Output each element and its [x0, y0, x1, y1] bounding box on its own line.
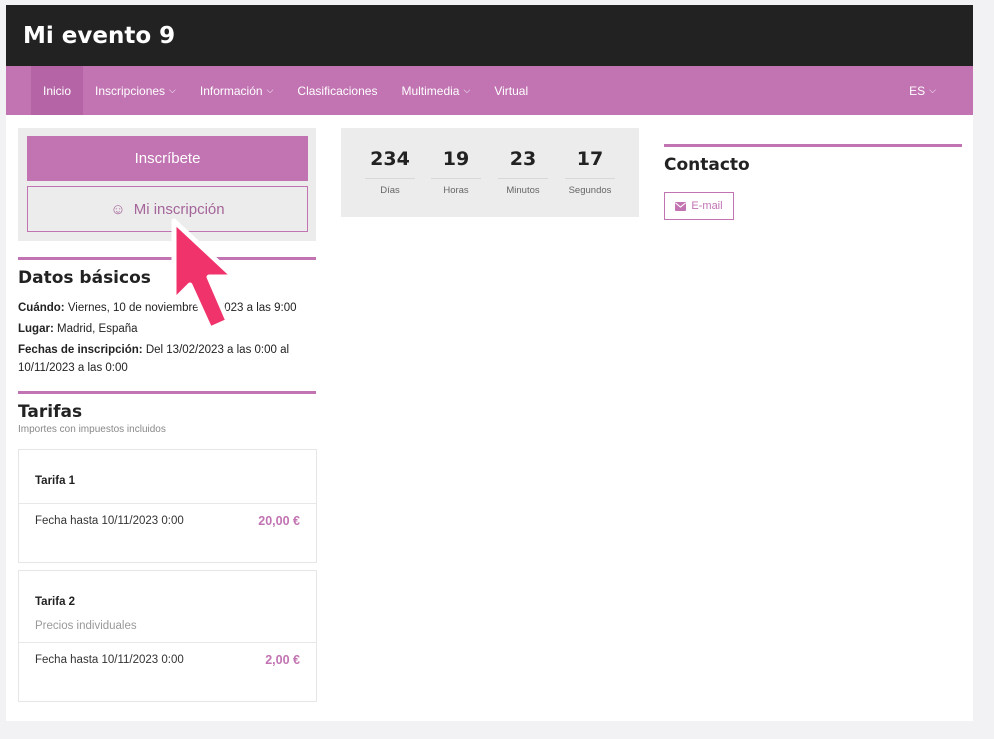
tarifa-fecha: Fecha hasta 10/11/2023 0:00 [35, 515, 184, 527]
tarifa-price: 2,00 € [265, 653, 300, 667]
countdown-divider [365, 178, 415, 179]
tarifas-note: Importes con impuestos incluidos [18, 424, 166, 435]
nav-item-label: Virtual [494, 83, 529, 98]
countdown-days: 234 Días [360, 128, 420, 196]
nav-item-clasificaciones[interactable]: Clasificaciones [285, 66, 389, 115]
tarifa-fecha: Fecha hasta 10/11/2023 0:00 [35, 654, 184, 666]
tarifa-divider [19, 642, 316, 643]
nav-item-label: Clasificaciones [297, 83, 378, 98]
countdown-label: Días [380, 185, 400, 196]
chevron-down-icon: ⌵ [169, 85, 176, 95]
countdown: 234 Días 19 Horas 23 Minutos 17 Segundos [341, 128, 639, 217]
countdown-value: 23 [509, 148, 537, 170]
chevron-down-icon: ⌵ [266, 85, 274, 95]
datos-fechas: Fechas de inscripción: Del 13/02/2023 a … [18, 341, 316, 377]
event-header: Mi evento 9 [6, 5, 973, 66]
nav-item-label: Inicio [43, 83, 72, 98]
tarifa-name: Tarifa 2 [35, 596, 76, 608]
section-divider [18, 391, 316, 394]
countdown-seconds: 17 Segundos [560, 128, 620, 196]
tarifa-card: Tarifa 2 Precios individuales Fecha hast… [18, 570, 317, 702]
countdown-label: Segundos [568, 185, 612, 196]
fechas-label: Fechas de inscripción: [18, 344, 143, 356]
chevron-down-icon: ⌵ [463, 85, 471, 95]
nav-item-label: Inscripciones [95, 83, 166, 98]
event-page: Mi evento 9 Inicio Inscripciones ⌵ Infor… [6, 5, 973, 721]
smile-icon: ☺ [110, 200, 126, 218]
nav-item-label: Información [199, 83, 263, 98]
countdown-hours: 19 Horas [426, 128, 486, 196]
pointer-arrow-icon [171, 218, 237, 332]
tarifa-divider [19, 503, 316, 504]
email-button[interactable]: E-mail [664, 192, 734, 220]
event-title: Mi evento 9 [23, 22, 176, 49]
language-selector[interactable]: ES ⌵ [897, 66, 948, 115]
nav-item-inicio[interactable]: Inicio [31, 66, 84, 115]
nav-item-informacion[interactable]: Información ⌵ [188, 66, 286, 115]
nav-item-inscripciones[interactable]: Inscripciones ⌵ [83, 66, 188, 115]
tarifas-title: Tarifas [18, 402, 83, 422]
tarifa-price: 20,00 € [258, 514, 300, 528]
section-divider [664, 144, 962, 147]
countdown-value: 234 [370, 148, 410, 170]
inscribete-label: Inscríbete [134, 150, 201, 167]
contact-title: Contacto [664, 155, 750, 175]
lugar-value: Madrid, España [56, 323, 138, 335]
nav-item-multimedia[interactable]: Multimedia ⌵ [389, 66, 482, 115]
countdown-value: 19 [442, 148, 470, 170]
email-label: E-mail [691, 200, 723, 212]
nav-item-label: Multimedia [401, 83, 460, 98]
countdown-label: Minutos [506, 185, 540, 196]
tarifa-name: Tarifa 1 [35, 475, 76, 487]
mi-inscripcion-label: Mi inscripción [133, 200, 225, 218]
countdown-value: 17 [576, 148, 604, 170]
language-label: ES [909, 83, 926, 98]
countdown-divider [431, 178, 481, 179]
nav-item-virtual[interactable]: Virtual [482, 66, 540, 115]
lugar-label: Lugar: [18, 323, 54, 335]
tarifa-desc: Precios individuales [35, 620, 137, 632]
inscribete-button[interactable]: Inscríbete [27, 136, 308, 181]
countdown-divider [498, 178, 548, 179]
tarifa-card: Tarifa 1 Fecha hasta 10/11/2023 0:00 20,… [18, 449, 317, 563]
main-nav: Inicio Inscripciones ⌵ Información ⌵ Cla… [6, 66, 973, 115]
envelope-icon [675, 201, 687, 211]
countdown-divider [565, 178, 615, 179]
cuando-label: Cuándo: [18, 302, 65, 314]
countdown-label: Horas [443, 185, 469, 196]
countdown-minutes: 23 Minutos [493, 128, 553, 196]
datos-title: Datos básicos [18, 268, 151, 288]
chevron-down-icon: ⌵ [929, 85, 936, 95]
